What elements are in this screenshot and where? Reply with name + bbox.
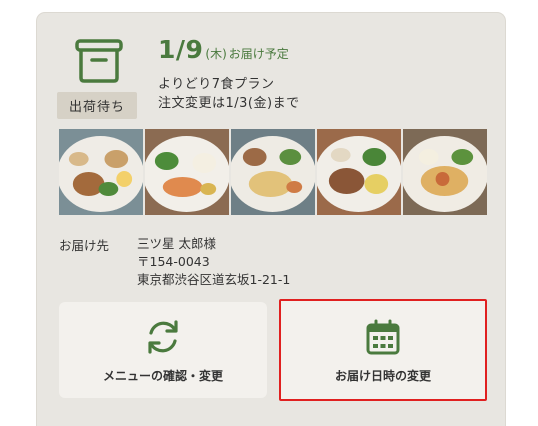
meal-photo-3 [231, 129, 315, 215]
delivery-datetime-change-button[interactable]: お届け日時の変更 [279, 299, 487, 401]
delivery-date-value: 1/9 [158, 35, 204, 64]
refresh-icon [148, 319, 178, 354]
menu-change-label: メニューの確認・変更 [102, 368, 223, 383]
delivery-weekday: (木) [205, 47, 227, 61]
delivery-suffix: お届け予定 [228, 47, 289, 61]
meal-photo-1 [59, 129, 143, 215]
meal-photo-strip [59, 129, 487, 215]
box-icon [75, 39, 123, 83]
order-card: 出荷待ち 1/9 (木) お届け予定 よりどり7食プラン 注文変更は1/3(金)… [36, 12, 506, 426]
change-deadline: 注文変更は1/3(金)まで [158, 96, 300, 111]
street-address: 東京都渋谷区道玄坂1-21-1 [137, 272, 291, 287]
address-label: お届け先 [59, 238, 110, 253]
delivery-datetime-change-label: お届け日時の変更 [334, 368, 431, 383]
address-block: 三ツ星 太郎様 〒154-0043 東京都渋谷区道玄坂1-21-1 [137, 235, 290, 289]
plan-name: よりどり7食プラン [158, 77, 275, 92]
recipient-name: 三ツ星 太郎様 [137, 236, 216, 251]
meal-photo-4 [317, 129, 401, 215]
meal-photo-5 [403, 129, 487, 215]
delivery-date: 1/9 (木) お届け予定 [158, 35, 289, 64]
plan-info: よりどり7食プラン 注文変更は1/3(金)まで [158, 75, 300, 113]
calendar-icon [366, 319, 400, 354]
menu-change-button[interactable]: メニューの確認・変更 [59, 302, 267, 398]
meal-photo-2 [145, 129, 229, 215]
postal-code: 〒154-0043 [137, 254, 210, 269]
status-badge: 出荷待ち [57, 92, 137, 119]
